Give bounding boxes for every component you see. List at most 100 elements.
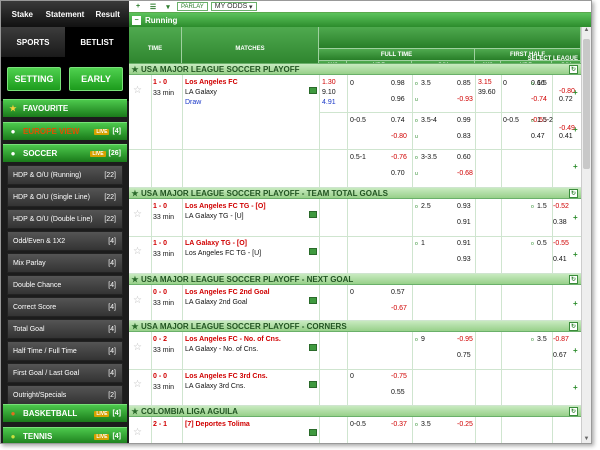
odds-1x2-away[interactable]: 4.91 [322, 99, 336, 106]
more-bets-icon[interactable]: + [573, 383, 578, 392]
scroll-down-icon[interactable]: ▼ [582, 436, 591, 443]
ou-odds[interactable]: 0.91 [457, 240, 471, 247]
ou-over-odds[interactable]: 0.99 [457, 117, 471, 124]
scroll-thumb[interactable] [583, 39, 590, 169]
stats-icon[interactable] [309, 429, 317, 436]
draw-label[interactable]: Draw [185, 99, 201, 106]
more-bets-icon[interactable]: + [573, 250, 578, 259]
sidebar-item-0[interactable]: ★ FAVOURITE [3, 99, 127, 117]
odds-1x2-home[interactable]: 1.30 [322, 79, 336, 86]
add-icon[interactable]: + [132, 2, 144, 11]
tab-stake[interactable]: Stake [1, 1, 44, 27]
favorite-star-icon[interactable]: ☆ [133, 246, 142, 257]
half-ou-odds[interactable]: -0.87 [553, 336, 569, 343]
home-team[interactable]: [7] Deportes Tolima [185, 421, 250, 428]
more-bets-icon[interactable]: + [573, 299, 578, 308]
sidebar-item-2[interactable]: ● SOCCER LIVE [26] [3, 144, 127, 162]
league-header[interactable]: ★ USA MAJOR LEAGUE SOCCER PLAYOFF - CORNE… [129, 320, 581, 332]
hdp-odds[interactable]: 0.55 [391, 389, 405, 396]
odds-1x2-draw[interactable]: 9.10 [322, 89, 336, 96]
sidebar-item-11[interactable]: Half Time / Full Time [4] [7, 341, 123, 361]
favorite-star-icon[interactable]: ☆ [133, 379, 142, 390]
filter-icon[interactable]: ▾ [162, 2, 174, 11]
hdp-away-odds[interactable]: 0.96 [391, 96, 405, 103]
away-team[interactable]: LA Galaxy 2nd Goal [185, 299, 247, 306]
home-team[interactable]: Los Angeles FC [185, 79, 238, 86]
league-header[interactable]: ★ USA MAJOR LEAGUE SOCCER PLAYOFF - NEXT … [129, 273, 581, 285]
half-ou-under-odds[interactable]: 0.72 [559, 96, 573, 103]
favorite-star-icon[interactable]: ☆ [133, 427, 142, 438]
stats-icon[interactable] [309, 248, 317, 255]
sidebar-item-13[interactable]: Outright/Specials [2] [7, 385, 123, 405]
my-odds-dropdown[interactable]: MY ODDS ▾ [210, 2, 257, 11]
ou-odds[interactable]: 0.93 [457, 256, 471, 263]
hdp-away-odds[interactable]: -0.80 [391, 133, 407, 140]
list-view-icon[interactable]: ☰ [147, 2, 159, 11]
ou-odds[interactable]: 0.91 [457, 219, 471, 226]
half-hdp-odds[interactable]: -0.74 [531, 96, 547, 103]
sidebar-item-6[interactable]: Odd/Even & 1X2 [4] [7, 231, 123, 251]
home-team[interactable]: LA Galaxy TG - [O] [185, 240, 247, 247]
stats-icon[interactable] [309, 211, 317, 218]
stats-icon[interactable] [309, 381, 317, 388]
hdp-away-odds[interactable]: 0.70 [391, 170, 405, 177]
league-star-icon[interactable]: ★ [129, 322, 141, 331]
favorite-star-icon[interactable]: ☆ [133, 85, 142, 96]
ou-odds[interactable]: 0.93 [457, 203, 471, 210]
half-ou-under-odds[interactable]: 0.41 [559, 133, 573, 140]
away-team[interactable]: LA Galaxy 3rd Cns. [185, 383, 245, 390]
home-team[interactable]: Los Angeles FC - No. of Cns. [185, 336, 281, 343]
away-team[interactable]: LA Galaxy TG - [U] [185, 213, 244, 220]
sidebar-item-14[interactable]: ● BASKETBALL LIVE [4] [3, 404, 127, 422]
league-star-icon[interactable]: ★ [129, 275, 141, 284]
away-team[interactable]: Los Angeles FC TG - [U] [185, 250, 261, 257]
league-star-icon[interactable]: ★ [129, 407, 141, 416]
sidebar-item-5[interactable]: HDP & O/U (Double Line) [22] [7, 209, 123, 229]
sidebar-item-3[interactable]: HDP & O/U (Running) [22] [7, 165, 123, 185]
favorite-star-icon[interactable]: ☆ [133, 295, 142, 306]
half-hdp-away-odds[interactable]: 0.47 [531, 133, 545, 140]
league-header[interactable]: ★ USA MAJOR LEAGUE SOCCER PLAYOFF ↻ [129, 63, 581, 75]
more-bets-icon[interactable]: + [573, 88, 578, 97]
more-bets-icon[interactable]: + [573, 125, 578, 134]
ou-under-odds[interactable]: 0.83 [457, 133, 471, 140]
stats-icon[interactable] [309, 297, 317, 304]
away-team[interactable]: LA Galaxy [185, 89, 217, 96]
stats-icon[interactable] [309, 344, 317, 351]
setting-button[interactable]: SETTING [7, 67, 61, 91]
half-ou-odds[interactable]: 0.38 [553, 219, 567, 226]
refresh-icon[interactable]: ↻ [569, 321, 578, 331]
hdp-home-odds[interactable]: 0.98 [391, 80, 405, 87]
hdp-odds[interactable]: 0.57 [391, 289, 405, 296]
half-ou-odds[interactable]: 0.67 [553, 352, 567, 359]
more-bets-icon[interactable]: + [573, 213, 578, 222]
sidebar-item-12[interactable]: First Goal / Last Goal [4] [7, 363, 123, 383]
league-star-icon[interactable]: ★ [129, 65, 141, 74]
ou-over-odds[interactable]: 0.85 [457, 80, 471, 87]
parlay-dropdown[interactable]: PARLAY [177, 2, 208, 11]
half-ou-odds[interactable]: -0.55 [553, 240, 569, 247]
ou-over-odds[interactable]: 0.60 [457, 154, 471, 161]
sidebar-item-1[interactable]: ● EUROPE VIEW LIVE [4] [3, 122, 127, 140]
refresh-icon[interactable]: ↻ [569, 406, 578, 416]
more-bets-icon[interactable]: + [573, 346, 578, 355]
sidebar-item-9[interactable]: Correct Score [4] [7, 297, 123, 317]
refresh-icon[interactable]: ↻ [569, 188, 578, 198]
away-team[interactable]: LA Galaxy - No. of Cns. [185, 346, 258, 353]
scrollbar[interactable]: ▲ ▼ [581, 27, 591, 443]
home-team[interactable]: Los Angeles FC 3rd Cns. [185, 373, 268, 380]
ou-under-odds[interactable]: -0.93 [457, 96, 473, 103]
refresh-icon[interactable]: ↻ [569, 64, 578, 74]
favorite-star-icon[interactable]: ☆ [133, 342, 142, 353]
sidebar-item-10[interactable]: Total Goal [4] [7, 319, 123, 339]
stats-icon[interactable] [309, 87, 317, 94]
half-ou-odds[interactable]: 0.41 [553, 256, 567, 263]
home-team[interactable]: Los Angeles FC TG - [O] [185, 203, 266, 210]
ou-under-odds[interactable]: -0.68 [457, 170, 473, 177]
league-header[interactable]: ★ USA MAJOR LEAGUE SOCCER PLAYOFF - TEAM … [129, 187, 581, 199]
tab-result[interactable]: Result [86, 1, 129, 27]
ou-odds[interactable]: -0.95 [457, 336, 473, 343]
sidebar-item-8[interactable]: Double Chance [4] [7, 275, 123, 295]
favorite-star-icon[interactable]: ☆ [133, 209, 142, 220]
sidebar-item-15[interactable]: ● TENNIS LIVE [4] [3, 427, 127, 443]
